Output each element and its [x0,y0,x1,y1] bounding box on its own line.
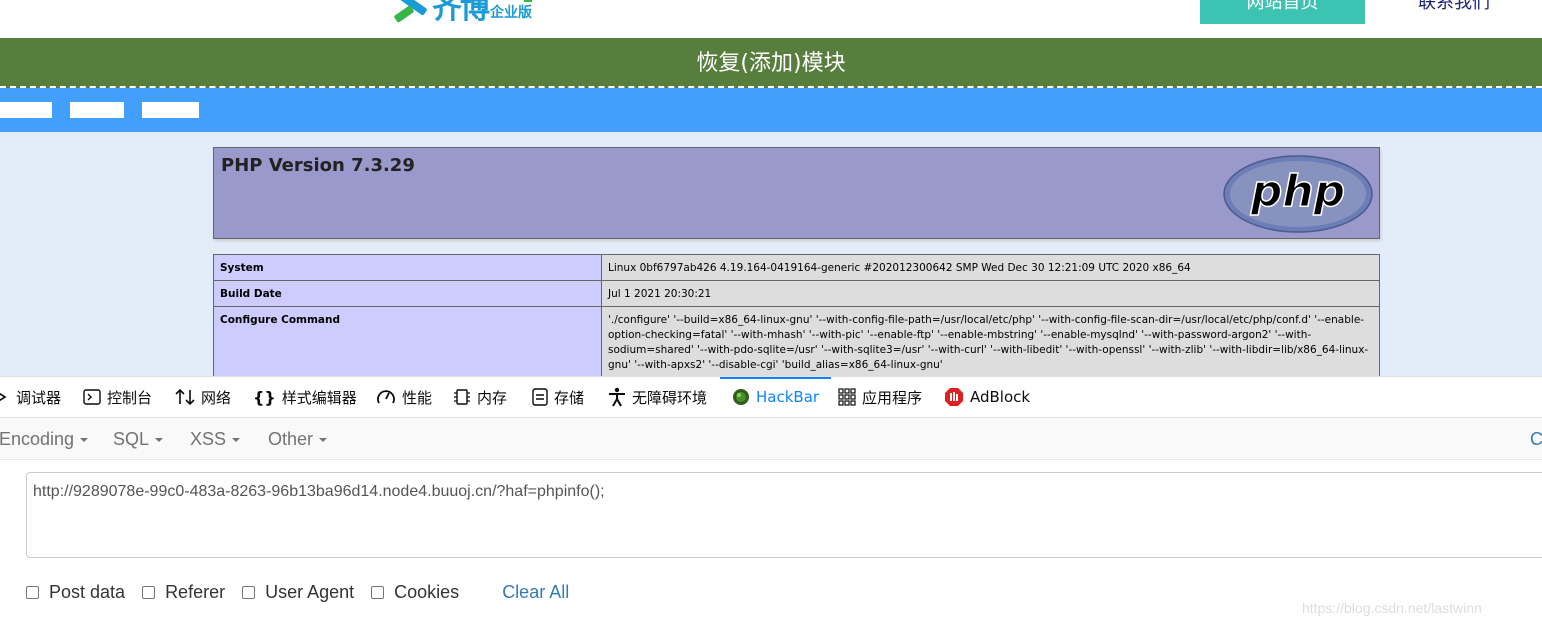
application-icon [838,388,856,406]
chevron-down-icon [155,438,164,443]
logo-edition: 企业版 [490,0,532,22]
debugger-icon [0,392,7,402]
post-data-checkbox[interactable] [26,585,39,599]
tab-memory[interactable]: 内存 [453,377,507,417]
chevron-down-icon [80,438,89,443]
menu-other[interactable]: Other [268,418,328,460]
contact-link[interactable]: 联系我们 [1418,0,1490,18]
menu-label: XSS [190,429,227,449]
option-label: Referer [165,581,226,602]
console-icon [83,389,101,405]
tab-performance[interactable]: 性能 [376,377,432,417]
performance-icon [377,390,395,404]
option-label: User Agent [265,581,355,602]
logo-mark-icon [392,0,432,24]
menu-encoding[interactable]: Encoding [0,418,89,460]
tab-application[interactable]: 应用程序 [838,377,922,417]
tab-debugger[interactable]: 调试器 [0,377,61,417]
tab-storage[interactable]: 存储 [532,377,584,417]
tab-label: 无障碍环境 [632,388,708,407]
row-key: System [213,254,602,281]
option-label: Cookies [394,581,460,602]
tab-style-editor[interactable]: {} 样式编辑器 [253,377,357,417]
toolbar-right-item[interactable]: C [1530,418,1542,460]
tab-label: 内存 [477,388,508,407]
row-value: './configure' '--build=x86_64-linux-gnu'… [601,306,1380,376]
tab-adblock[interactable]: AdBlock [944,377,1030,417]
memory-icon [454,389,470,405]
option-referer[interactable]: Referer [142,582,225,603]
tab-label: 应用程序 [862,388,923,407]
hackbar-toolbar: Encoding SQL XSS Other C [0,418,1542,460]
logo-text: 齐博 [432,0,490,26]
nav-item-redacted-2[interactable] [70,102,124,118]
tab-label: 存储 [554,388,585,407]
tab-label: 样式编辑器 [281,388,357,407]
clear-all-button[interactable]: Clear All [502,582,569,603]
tab-label: 控制台 [107,388,153,407]
nav-item-redacted-1[interactable] [0,102,52,118]
tab-label: AdBlock [970,388,1031,406]
option-user-agent[interactable]: User Agent [242,582,354,603]
phpinfo-table: System Linux 0bf6797ab426 4.19.164-04191… [213,254,1380,376]
option-label: Post data [49,581,126,602]
row-value: Linux 0bf6797ab426 4.19.164-0419164-gene… [601,254,1380,281]
php-version-title: PHP Version 7.3.29 [221,155,415,176]
row-value: Jul 1 2021 20:30:21 [601,280,1380,307]
referer-checkbox[interactable] [142,585,156,599]
adblock-icon [945,388,963,406]
tab-hackbar[interactable]: HackBar [719,377,832,417]
menu-xss[interactable]: XSS [190,418,241,460]
network-icon [175,388,195,406]
chevron-down-icon [319,438,328,443]
nav-bar [0,88,1542,132]
accessibility-icon [609,387,625,407]
menu-sql[interactable]: SQL [113,418,164,460]
nav-item-redacted-3[interactable] [142,102,199,118]
php-logo-icon[interactable]: php [1223,154,1373,234]
option-post-data[interactable]: Post data [26,582,125,603]
home-button[interactable]: 网站首页 [1200,0,1365,24]
storage-icon [532,388,548,406]
tab-label: 性能 [402,388,433,407]
option-cookies[interactable]: Cookies [371,582,459,603]
watermark: https://blog.csdn.net/lastwinn [1302,600,1482,616]
table-row: System Linux 0bf6797ab426 4.19.164-04191… [213,254,1380,281]
cookies-checkbox[interactable] [371,585,385,599]
php-logo-text: php [1250,166,1345,217]
tab-label: HackBar [756,388,820,406]
menu-label: SQL [113,429,150,449]
tab-accessibility[interactable]: 无障碍环境 [608,377,707,417]
tab-label: 调试器 [16,388,62,407]
row-key: Build Date [213,280,602,307]
phpinfo-header: PHP Version 7.3.29 php [213,147,1380,239]
site-logo[interactable]: 齐博 企业版 [392,0,532,24]
tab-network[interactable]: 网络 [175,377,231,417]
module-banner: 恢复(添加)模块 [0,38,1542,88]
devtools-tabbar: 调试器 控制台 网络 {} 样式编辑器 性能 内存 存储 无障碍环境 HackB… [0,376,1542,418]
menu-label: Other [268,429,314,449]
website-viewport: 齐博 企业版 网站首页 联系我们 恢复(添加)模块 PHP Version 7.… [0,0,1542,376]
table-row: Configure Command './configure' '--build… [213,306,1380,376]
site-header: 齐博 企业版 网站首页 联系我们 [0,0,1542,38]
table-row: Build Date Jul 1 2021 20:30:21 [213,280,1380,307]
user-agent-checkbox[interactable] [242,585,256,599]
request-options: Post data Referer User Agent Cookies Cle… [26,578,569,606]
menu-label: Encoding [0,429,75,449]
style-editor-icon: {} [253,387,276,407]
tab-label: 网络 [201,388,232,407]
url-input[interactable]: http://9289078e-99c0-483a-8263-96b13ba96… [26,472,1542,558]
chevron-down-icon [232,438,241,443]
row-key: Configure Command [213,306,602,376]
tab-console[interactable]: 控制台 [83,377,152,417]
hackbar-icon [733,389,749,405]
